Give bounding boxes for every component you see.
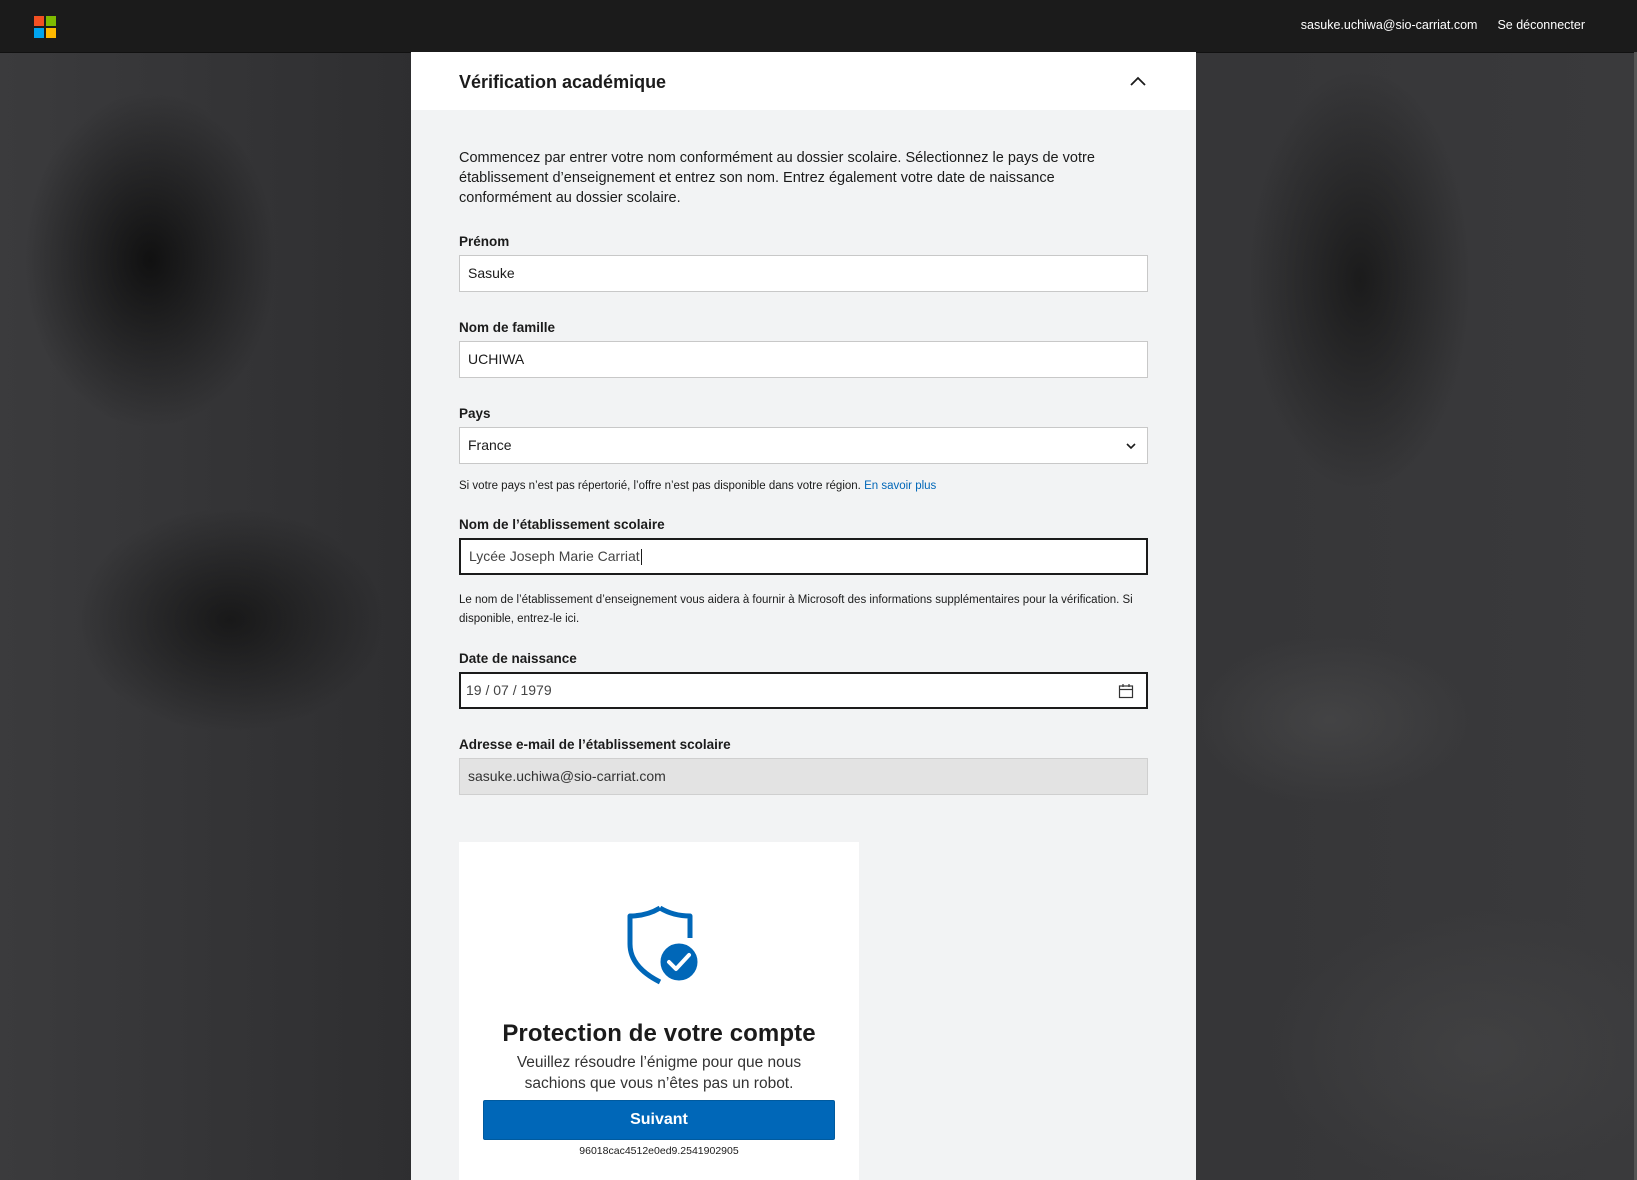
school-input[interactable]: Lycée Joseph Marie Carriat — [459, 538, 1148, 575]
first-name-group: Prénom Sasuke — [459, 234, 1148, 292]
school-email-label: Adresse e-mail de l’établissement scolai… — [459, 737, 731, 752]
first-name-label: Prénom — [459, 234, 510, 249]
birthdate-input[interactable]: 19 / 07 / 1979 — [459, 672, 1148, 709]
country-hint: Si votre pays n’est pas répertorié, l’of… — [459, 477, 1148, 496]
first-name-input[interactable]: Sasuke — [459, 255, 1148, 292]
captcha-subtitle: Veuillez résoudre l’énigme pour que nous… — [516, 1054, 802, 1092]
birthdate-group: Date de naissance 19 / 07 / 1979 — [459, 651, 1148, 709]
intro-text: Commencez par entrer votre nom conformém… — [459, 150, 1095, 206]
top-bar: sasuke.uchiwa@sio-carriat.com Se déconne… — [0, 0, 1637, 53]
country-label: Pays — [459, 406, 491, 421]
shield-check-icon — [627, 905, 701, 985]
panel-title: Vérification académique — [459, 72, 667, 92]
country-hint-text: Si votre pays n’est pas répertorié, l’of… — [459, 480, 861, 492]
last-name-label: Nom de famille — [459, 320, 556, 335]
school-group: Nom de l’établissement scolaire Lycée Jo… — [459, 517, 1148, 629]
academic-verification-panel: Vérification académique Commencez par en… — [411, 52, 1196, 1180]
microsoft-logo-icon[interactable] — [34, 16, 56, 38]
text-caret — [640, 549, 642, 566]
country-select[interactable]: France — [459, 427, 1148, 464]
school-hint: Le nom de l’établissement d’enseignement… — [459, 594, 1133, 625]
captcha-card: Protection de votre compte Veuillez réso… — [459, 842, 859, 1180]
last-name-group: Nom de famille UCHIWA — [459, 320, 1148, 378]
birthdate-label: Date de naissance — [459, 651, 577, 666]
panel-header[interactable]: Vérification académique — [411, 52, 1196, 110]
last-name-input[interactable]: UCHIWA — [459, 341, 1148, 378]
school-email-input: sasuke.uchiwa@sio-carriat.com — [459, 758, 1148, 795]
signout-link[interactable]: Se déconnecter — [1497, 18, 1585, 32]
school-label: Nom de l’établissement scolaire — [459, 517, 665, 532]
country-group: Pays France Si votre pays n’est pas répe… — [459, 406, 1148, 496]
captcha-title: Protection de votre compte — [502, 1020, 816, 1047]
birthdate-value: 19 / 07 / 1979 — [466, 682, 552, 698]
calendar-icon[interactable] — [1118, 683, 1134, 699]
captcha-session-id: 96018cac4512e0ed9.2541902905 — [579, 1145, 739, 1157]
learn-more-link[interactable]: En savoir plus — [864, 480, 936, 492]
user-email: sasuke.uchiwa@sio-carriat.com — [1300, 18, 1478, 32]
school-input-value: Lycée Joseph Marie Carriat — [469, 548, 640, 564]
chevron-down-icon — [1126, 443, 1136, 450]
chevron-up-icon[interactable] — [1128, 72, 1148, 92]
country-selected-value: France — [468, 437, 512, 453]
next-button[interactable]: Suivant — [483, 1100, 835, 1140]
school-email-group: Adresse e-mail de l’établissement scolai… — [459, 737, 1148, 795]
